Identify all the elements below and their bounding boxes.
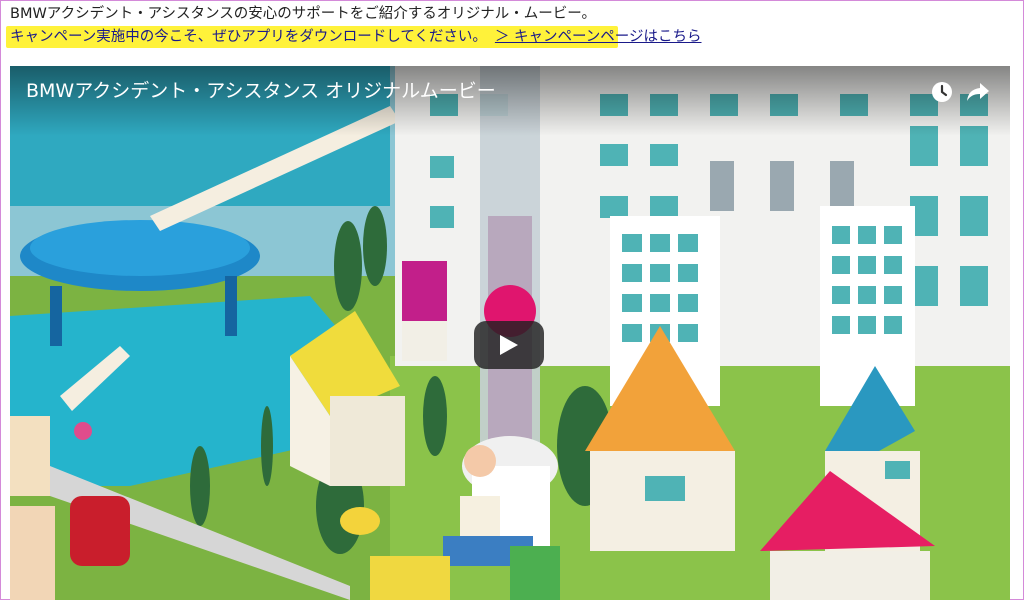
play-icon xyxy=(500,335,518,355)
intro-text: BMWアクシデント・アシスタンスの安心のサポートをご紹介するオリジナル・ムービー… xyxy=(10,6,597,22)
campaign-text: キャンペーン実施中の今こそ、ぜひアプリをダウンロードしてください。 xyxy=(10,29,487,45)
video-player[interactable]: BMWアクシデント・アシスタンス オリジナルムービー xyxy=(10,66,1010,600)
video-title[interactable]: BMWアクシデント・アシスタンス オリジナルムービー xyxy=(26,78,496,104)
clock-icon xyxy=(932,82,952,102)
share-button[interactable] xyxy=(964,78,992,106)
play-button[interactable] xyxy=(474,321,544,369)
share-arrow-icon xyxy=(967,83,989,101)
campaign-banner: キャンペーン実施中の今こそ、ぜひアプリをダウンロードしてください。 ＞ キャンペー… xyxy=(6,26,702,48)
campaign-page-link[interactable]: ＞ キャンペーンページはこちら xyxy=(495,29,702,45)
watch-later-button[interactable] xyxy=(928,78,956,106)
